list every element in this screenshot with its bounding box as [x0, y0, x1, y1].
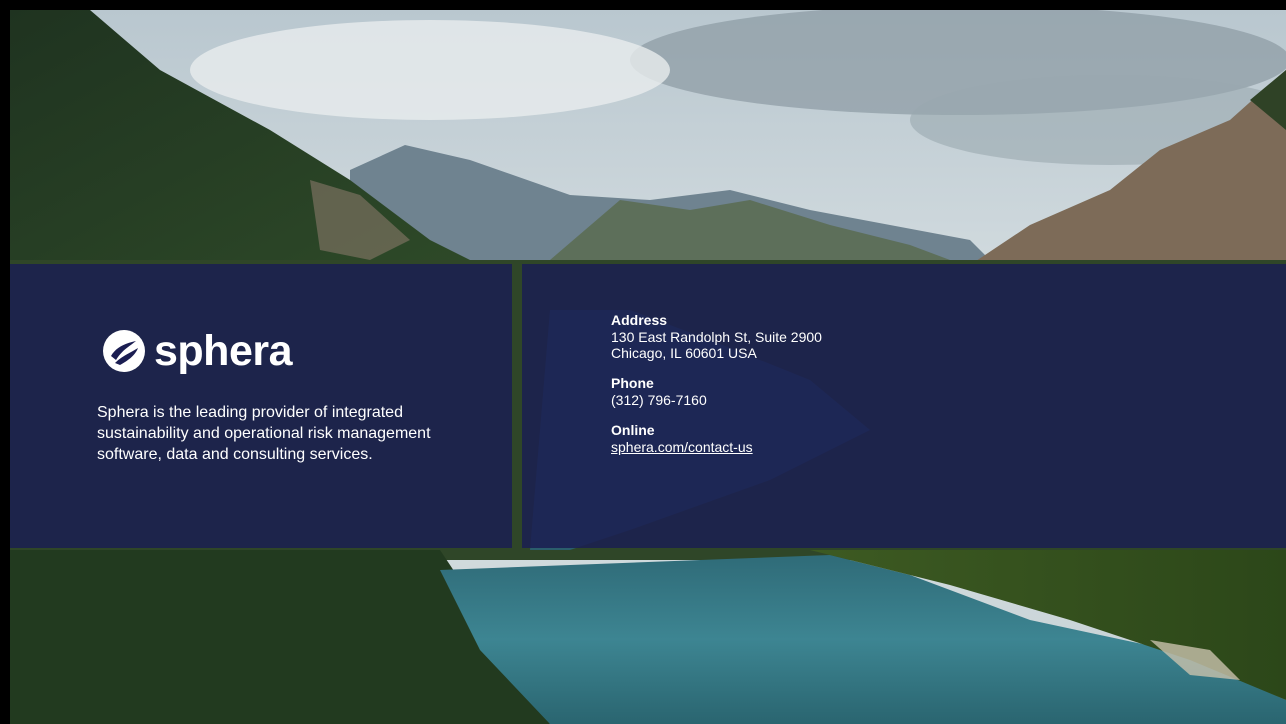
address-line-1: 130 East Randolph St, Suite 2900 — [611, 329, 822, 345]
address-line-2: Chicago, IL 60601 USA — [611, 345, 757, 361]
contact-us-link[interactable]: sphera.com/contact-us — [611, 439, 931, 456]
phone-block: Phone (312) 796-7160 — [611, 375, 931, 408]
address-block: Address 130 East Randolph St, Suite 2900… — [611, 312, 931, 361]
address-label: Address — [611, 312, 668, 328]
phone-number: (312) 796-7160 — [611, 392, 707, 408]
contact-info: Address 130 East Randolph St, Suite 2900… — [611, 312, 931, 470]
company-description: Sphera is the leading provider of integr… — [97, 404, 431, 463]
phone-label: Phone — [611, 375, 654, 391]
online-block: Online sphera.com/contact-us — [611, 422, 931, 456]
logo-wordmark: sphera — [154, 326, 293, 375]
contact-slide: sphera Sphera is the leading provider of… — [0, 0, 1286, 724]
sphera-logo-icon — [103, 330, 145, 372]
online-label: Online — [611, 422, 655, 438]
sphera-logo: sphera — [102, 326, 293, 376]
